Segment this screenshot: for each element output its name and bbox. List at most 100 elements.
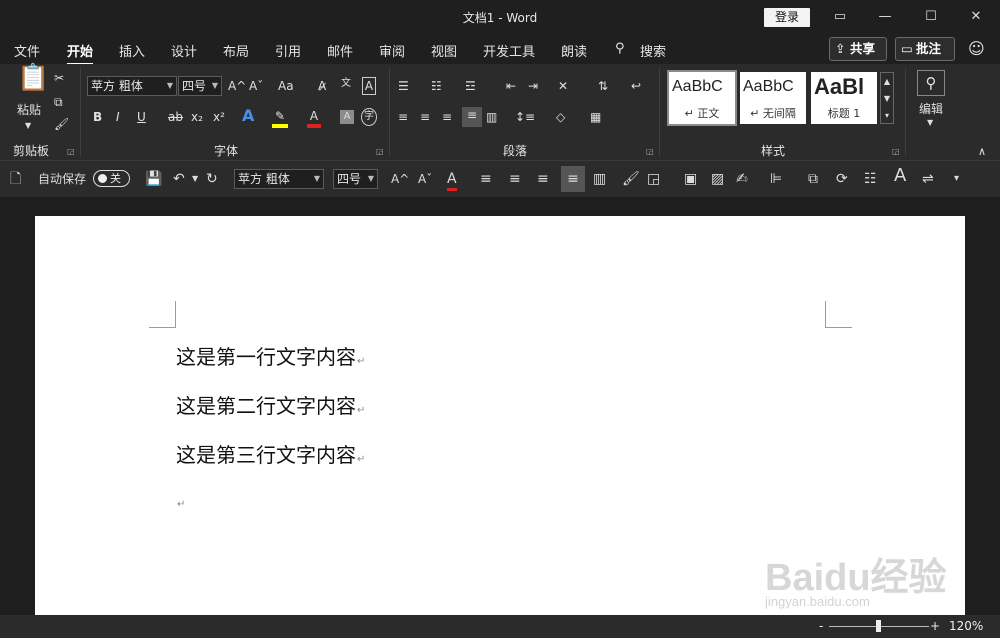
qat-wrap-icon[interactable]: ⟳: [836, 170, 848, 188]
zoom-out-button[interactable]: -: [819, 619, 823, 633]
tab-insert[interactable]: 插入: [119, 41, 145, 60]
tab-mailings[interactable]: 邮件: [327, 41, 353, 60]
shading-icon[interactable]: ◇: [556, 109, 565, 125]
italic-icon[interactable]: I: [116, 109, 120, 125]
qat-textbox-icon[interactable]: ▣: [684, 170, 697, 188]
style-no-spacing[interactable]: AaBbC ↵ 无间隔: [740, 72, 806, 124]
style-heading-1[interactable]: AaBl 标题 1: [811, 72, 877, 124]
collapse-ribbon-icon[interactable]: ∧: [978, 144, 986, 160]
numbering-icon[interactable]: ☷: [431, 78, 442, 94]
font-color-icon[interactable]: A: [307, 108, 321, 128]
paste-chevron-down-icon[interactable]: ▼: [25, 118, 31, 134]
qat-signature-icon[interactable]: ✍: [736, 170, 748, 188]
paragraph-launcher-icon[interactable]: ◲: [646, 147, 654, 156]
minimize-button[interactable]: —: [871, 6, 899, 28]
tab-references[interactable]: 引用: [275, 41, 301, 60]
font-size-dropdown[interactable]: 四号 ▼: [178, 76, 222, 96]
zoom-slider-thumb[interactable]: [876, 620, 881, 632]
subscript-icon[interactable]: x₂: [191, 109, 203, 125]
asian-layout-icon[interactable]: ✕: [558, 78, 568, 94]
cut-icon[interactable]: ✂: [54, 70, 64, 86]
ribbon-display-options-icon[interactable]: ▭: [826, 6, 854, 28]
qat-text-icon[interactable]: A: [894, 167, 906, 185]
feedback-smiley-icon[interactable]: ☺: [968, 39, 985, 58]
style-normal[interactable]: AaBbC ↵ 正文: [667, 70, 737, 126]
bullets-icon[interactable]: ☰: [398, 78, 409, 94]
styles-launcher-icon[interactable]: ◲: [892, 147, 900, 156]
qat-text-direction-icon[interactable]: ⇌: [922, 170, 934, 188]
clipboard-launcher-icon[interactable]: ◲: [67, 147, 75, 156]
justify-icon[interactable]: ≡: [462, 107, 482, 127]
align-center-icon[interactable]: ≡: [420, 109, 430, 125]
align-left-icon[interactable]: ≡: [398, 109, 408, 125]
paste-button[interactable]: 粘贴: [17, 102, 41, 118]
qat-font-name-dropdown[interactable]: 苹方 粗体 ▼: [234, 169, 324, 189]
grow-font-icon[interactable]: A^: [228, 78, 246, 94]
distributed-icon[interactable]: ▥: [486, 109, 497, 125]
tab-read-aloud[interactable]: 朗读: [561, 41, 587, 60]
font-name-dropdown[interactable]: 苹方 粗体 ▼: [87, 76, 177, 96]
qat-format-painter-icon[interactable]: 🖌: [622, 170, 640, 188]
tab-review[interactable]: 审阅: [379, 41, 405, 60]
zoom-level[interactable]: 120%: [949, 619, 983, 633]
document-line-empty[interactable]: ↵: [176, 488, 185, 512]
paste-icon[interactable]: 📋: [17, 65, 49, 91]
qat-shrink-font-icon[interactable]: Aˇ: [418, 170, 432, 188]
multilevel-list-icon[interactable]: ☲: [465, 78, 476, 94]
copy-icon[interactable]: ⧉: [54, 94, 63, 110]
qat-grow-font-icon[interactable]: A^: [391, 170, 409, 188]
font-launcher-icon[interactable]: ◲: [376, 147, 384, 156]
text-effects-icon[interactable]: A: [242, 108, 254, 124]
shrink-font-icon[interactable]: Aˇ: [249, 78, 263, 94]
clear-formatting-icon[interactable]: A̷: [318, 78, 326, 94]
login-button[interactable]: 登录: [764, 8, 810, 27]
underline-icon[interactable]: U: [137, 109, 146, 125]
qat-picture-icon[interactable]: ▨: [711, 170, 724, 188]
format-painter-icon[interactable]: 🖌: [54, 116, 69, 132]
sort-icon[interactable]: ⇅: [598, 78, 608, 94]
autosave-toggle[interactable]: 关: [93, 170, 130, 187]
bold-icon[interactable]: B: [93, 109, 102, 125]
qat-align-right-icon[interactable]: ≡: [537, 170, 549, 188]
share-button[interactable]: ⇪ 共享: [829, 37, 887, 61]
strikethrough-icon[interactable]: ab: [168, 109, 183, 125]
zoom-in-button[interactable]: +: [930, 619, 940, 633]
qat-font-size-dropdown[interactable]: 四号 ▼: [333, 169, 378, 189]
tab-home[interactable]: 开始: [67, 41, 94, 66]
borders-icon[interactable]: ▦: [590, 109, 601, 125]
phonetic-guide-icon[interactable]: 文: [341, 76, 351, 92]
superscript-icon[interactable]: x²: [213, 109, 225, 125]
document-line-2[interactable]: 这是第二行文字内容↵: [176, 390, 365, 419]
qat-align-left-icon[interactable]: ≡: [480, 170, 492, 188]
document-page[interactable]: 这是第一行文字内容↵ 这是第二行文字内容↵ 这是第三行文字内容↵ ↵ Baidu…: [35, 216, 965, 615]
change-case-icon[interactable]: Aa: [278, 78, 294, 94]
line-spacing-icon[interactable]: ↕≡: [515, 109, 535, 125]
qat-bring-forward-icon[interactable]: ⧉: [808, 170, 818, 188]
tab-developer[interactable]: 开发工具: [483, 41, 535, 60]
maximize-button[interactable]: ☐: [917, 6, 945, 28]
qat-align-center-icon[interactable]: ≡: [509, 170, 521, 188]
qat-justify-icon[interactable]: ≡: [561, 166, 585, 192]
decrease-indent-icon[interactable]: ⇤: [506, 78, 516, 94]
new-document-icon[interactable]: 🗋: [10, 170, 21, 188]
qat-align-objects-icon[interactable]: ⊫: [770, 170, 782, 188]
character-border-icon[interactable]: A: [362, 77, 376, 95]
character-shading-icon[interactable]: A: [340, 110, 354, 124]
qat-table-icon[interactable]: ☷: [864, 170, 877, 188]
qat-font-color-icon[interactable]: A: [447, 170, 457, 191]
tab-view[interactable]: 视图: [431, 41, 457, 60]
show-marks-icon[interactable]: ↩: [631, 78, 641, 94]
increase-indent-icon[interactable]: ⇥: [528, 78, 538, 94]
undo-chevron-down-icon[interactable]: ▼: [192, 170, 198, 188]
styles-scroll-icon[interactable]: ▲ ▼ ▾: [880, 72, 894, 124]
document-line-3[interactable]: 这是第三行文字内容↵: [176, 439, 365, 468]
align-right-icon[interactable]: ≡: [442, 109, 452, 125]
search-icon[interactable]: ⚲: [615, 41, 625, 56]
editing-chevron-down-icon[interactable]: ▼: [927, 115, 933, 131]
enclose-characters-icon[interactable]: 字: [361, 108, 377, 126]
comments-button[interactable]: ▭ 批注: [895, 37, 955, 61]
find-search-icon[interactable]: ⚲: [917, 70, 945, 96]
tab-file[interactable]: 文件: [14, 41, 40, 60]
tab-layout[interactable]: 布局: [223, 41, 249, 60]
redo-icon[interactable]: ↻: [206, 170, 218, 188]
